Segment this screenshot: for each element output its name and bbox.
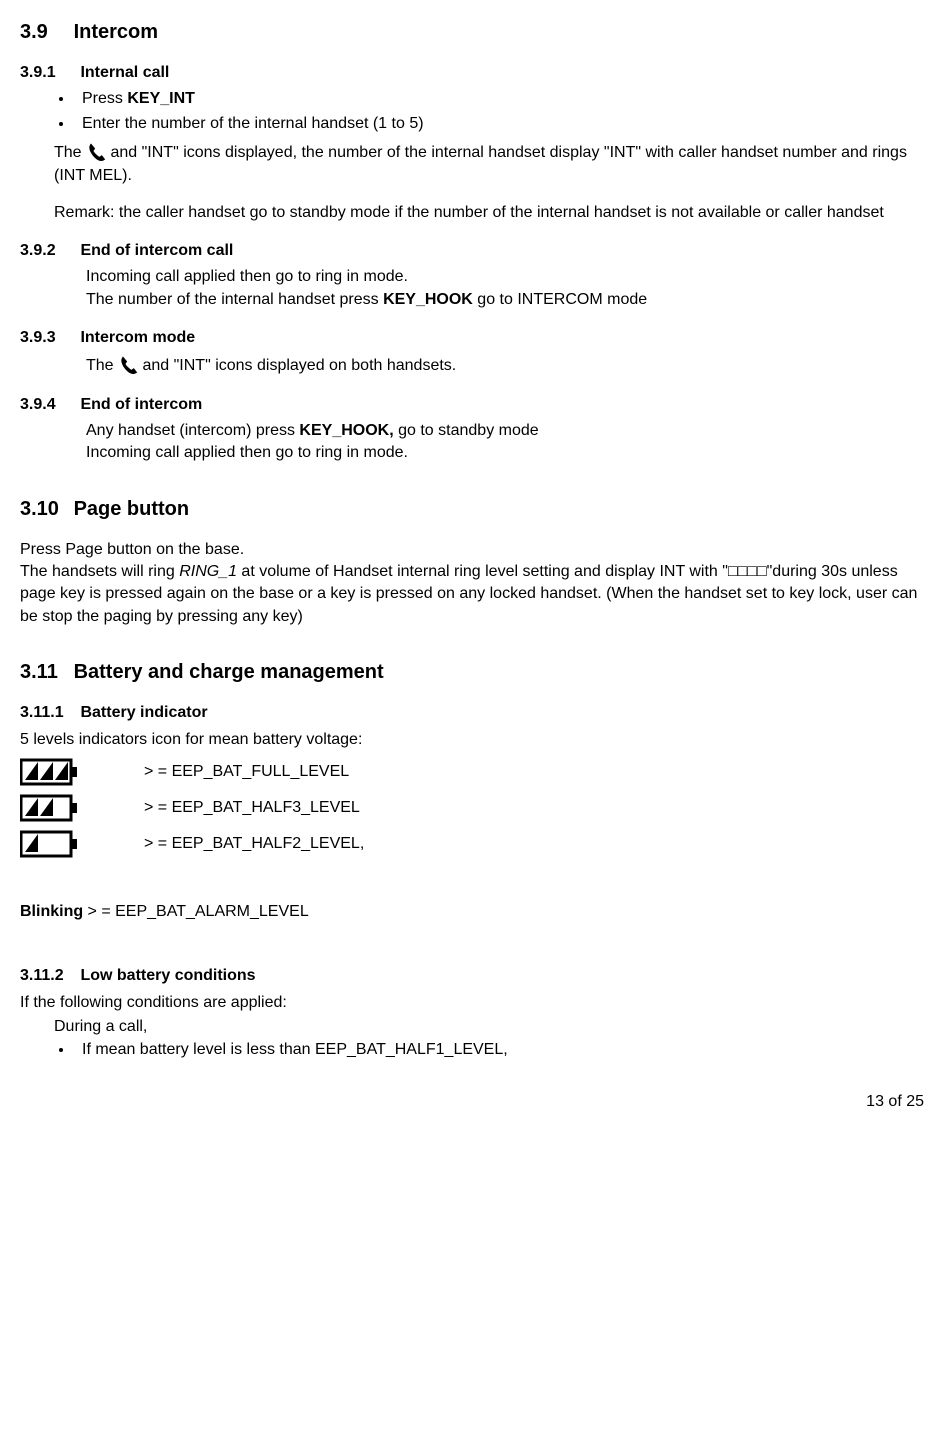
heading-title: Low battery conditions — [80, 967, 255, 984]
para: Incoming call applied then go to ring in… — [86, 266, 924, 288]
text: If the following conditions are applied: — [20, 994, 287, 1011]
heading-3-9-1: 3.9.1 Internal call — [20, 62, 924, 84]
text: Press — [82, 90, 127, 107]
para: 5 levels indicators icon for mean batter… — [20, 729, 924, 751]
bullet-list: If mean battery level is less than EEP_B… — [74, 1039, 924, 1061]
page-number: 13 of 25 — [20, 1091, 924, 1113]
key-hook-label: KEY_HOOK, — [299, 422, 393, 439]
text: Incoming call applied then go to ring in… — [86, 444, 408, 461]
heading-3-9-2: 3.9.2 End of intercom call — [20, 240, 924, 262]
heading-3-11-2: 3.11.2 Low battery conditions — [20, 965, 924, 987]
text: The — [86, 357, 118, 374]
heading-title: End of intercom — [80, 396, 202, 413]
text: Enter the number of the internal handset… — [82, 115, 424, 132]
text: During a call, — [54, 1018, 147, 1035]
para: During a call, — [54, 1016, 924, 1038]
text: go to INTERCOM mode — [473, 291, 647, 308]
heading-num: 3.11.2 — [20, 965, 76, 987]
key-hook-label: KEY_HOOK — [383, 291, 473, 308]
text: Press Page button on the base. — [20, 541, 244, 558]
heading-title: Battery and charge management — [74, 661, 384, 683]
text: > = EEP_BAT_ALARM_LEVEL — [83, 903, 309, 920]
text: > = EEP_BAT_HALF3_LEVEL — [144, 797, 360, 819]
heading-3-9-3: 3.9.3 Intercom mode — [20, 327, 924, 349]
text: go to standby mode — [394, 422, 539, 439]
para: Incoming call applied then go to ring in… — [86, 442, 924, 464]
blinking-label: Blinking — [20, 903, 83, 920]
text: and "INT" icons displayed on both handse… — [142, 357, 456, 374]
heading-3-9: 3.9 Intercom — [20, 18, 924, 46]
para-blinking: Blinking > = EEP_BAT_ALARM_LEVEL — [20, 901, 924, 923]
text: > = EEP_BAT_FULL_LEVEL — [144, 761, 349, 783]
para: The and "INT" icons displayed on both ha… — [86, 354, 924, 378]
para-remark: Remark: the caller handset go to standby… — [54, 202, 924, 224]
heading-title: Intercom — [74, 21, 158, 43]
text: Remark: the caller handset go to standby… — [54, 204, 884, 221]
key-int-label: KEY_INT — [127, 90, 195, 107]
para: Press Page button on the base. — [20, 539, 924, 561]
list-item: Enter the number of the internal handset… — [74, 113, 924, 135]
text: The number of the internal handset press — [86, 291, 383, 308]
list-item: If mean battery level is less than EEP_B… — [74, 1039, 924, 1061]
heading-title: Page button — [74, 498, 190, 520]
text: The handsets will ring — [20, 563, 179, 580]
para: If the following conditions are applied: — [20, 992, 924, 1014]
heading-title: Battery indicator — [80, 704, 207, 721]
text: and "INT" icons displayed, the number of… — [54, 144, 907, 184]
battery-level-row: > = EEP_BAT_FULL_LEVEL — [20, 757, 924, 787]
phone-hook-icon — [118, 354, 138, 378]
heading-num: 3.9.1 — [20, 62, 76, 84]
heading-3-9-4: 3.9.4 End of intercom — [20, 394, 924, 416]
heading-num: 3.9.3 — [20, 327, 76, 349]
heading-num: 3.9 — [20, 18, 68, 46]
battery-half3-icon — [20, 793, 84, 823]
heading-title: Internal call — [80, 64, 169, 81]
heading-num: 3.11.1 — [20, 702, 76, 724]
text: 5 levels indicators icon for mean batter… — [20, 731, 362, 748]
text: Any handset (intercom) press — [86, 422, 299, 439]
text: Incoming call applied then go to ring in… — [86, 268, 408, 285]
para: The number of the internal handset press… — [86, 289, 924, 311]
battery-level-row: > = EEP_BAT_HALF3_LEVEL — [20, 793, 924, 823]
heading-title: Intercom mode — [80, 329, 195, 346]
heading-num: 3.11 — [20, 658, 68, 686]
heading-title: End of intercom call — [80, 242, 233, 259]
battery-level-row: > = EEP_BAT_HALF2_LEVEL, — [20, 829, 924, 859]
heading-3-11-1: 3.11.1 Battery indicator — [20, 702, 924, 724]
heading-3-10: 3.10 Page button — [20, 495, 924, 523]
para: The and "INT" icons displayed, the numbe… — [54, 141, 924, 187]
heading-num: 3.10 — [20, 495, 68, 523]
heading-num: 3.9.4 — [20, 394, 76, 416]
para: Any handset (intercom) press KEY_HOOK, g… — [86, 420, 924, 442]
ring-1-label: RING_1 — [179, 563, 237, 580]
text: 13 of 25 — [866, 1093, 924, 1110]
heading-num: 3.9.2 — [20, 240, 76, 262]
text: > = EEP_BAT_HALF2_LEVEL, — [144, 833, 364, 855]
bullet-list: Press KEY_INT Enter the number of the in… — [74, 88, 924, 135]
battery-half2-icon — [20, 829, 84, 859]
para: The handsets will ring RING_1 at volume … — [20, 561, 924, 628]
phone-hook-icon — [86, 141, 106, 165]
battery-full-icon — [20, 757, 84, 787]
heading-3-11: 3.11 Battery and charge management — [20, 658, 924, 686]
text: The — [54, 144, 86, 161]
text: If mean battery level is less than EEP_B… — [82, 1041, 508, 1058]
list-item: Press KEY_INT — [74, 88, 924, 110]
